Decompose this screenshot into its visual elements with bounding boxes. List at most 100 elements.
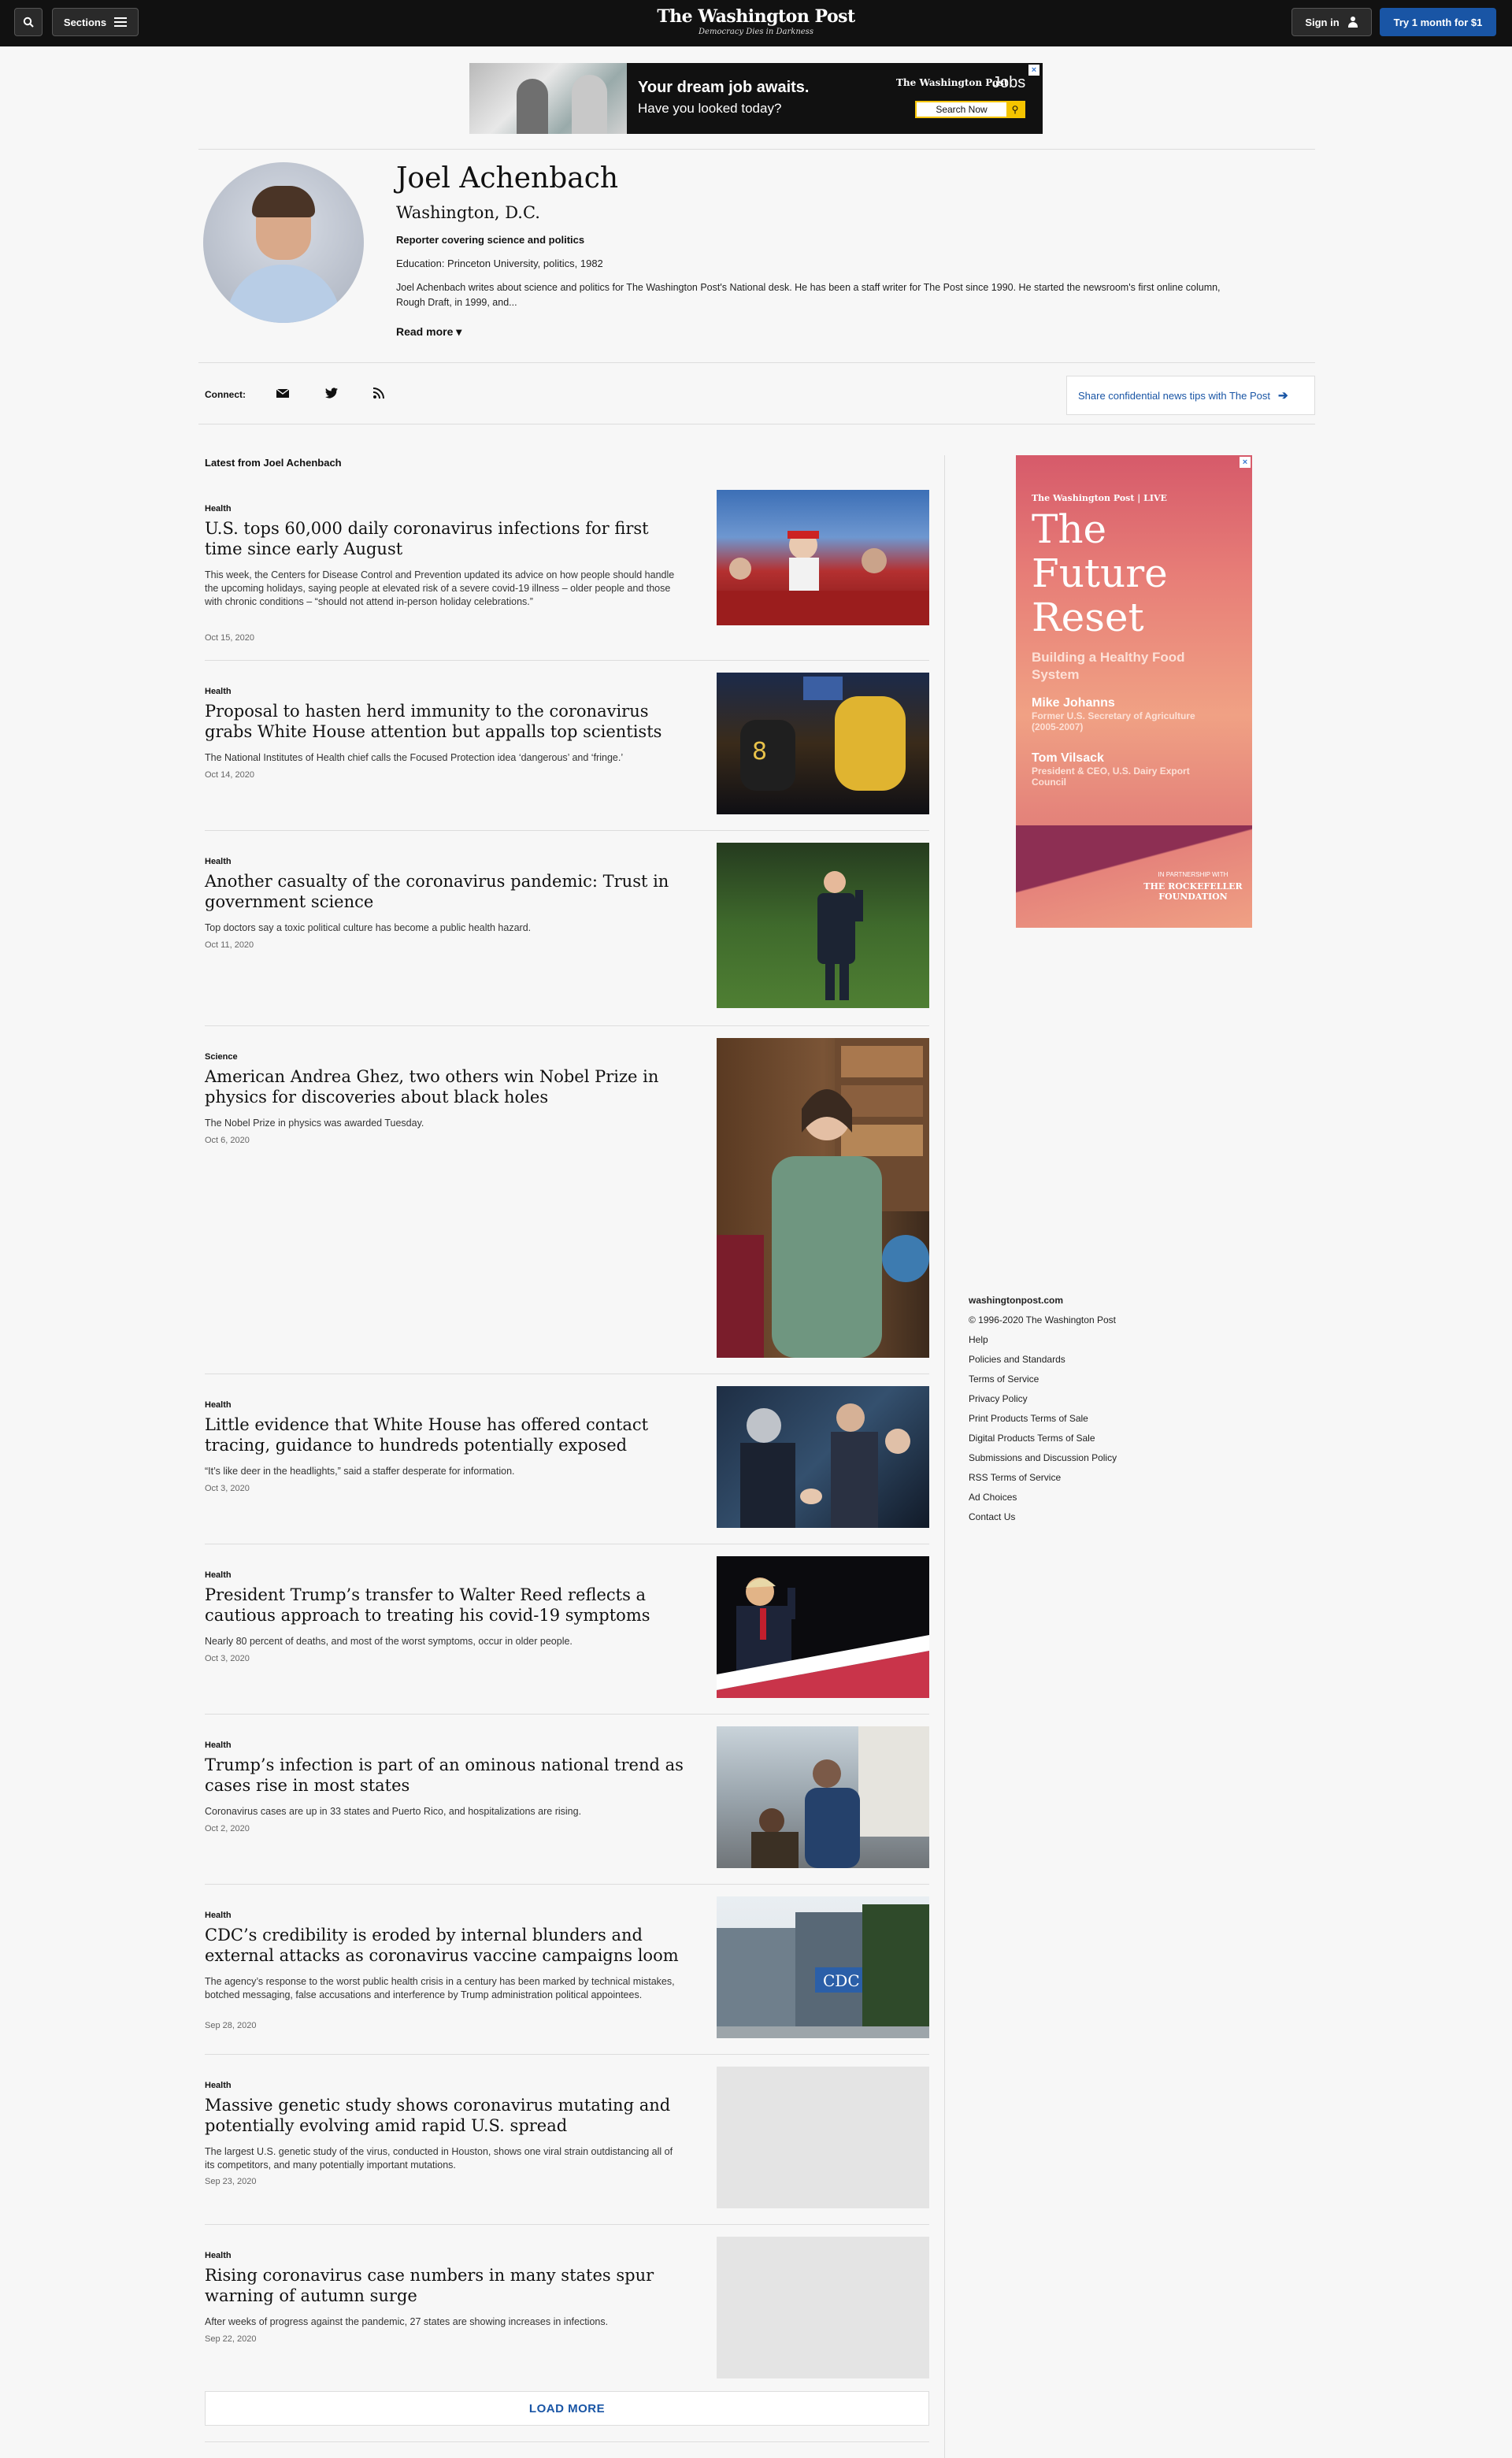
article-image[interactable]: 8 bbox=[717, 673, 929, 814]
author-education: Education: Princeton University, politic… bbox=[396, 258, 603, 269]
ad-photo bbox=[469, 63, 627, 134]
article-category[interactable]: Health bbox=[205, 2081, 232, 2090]
article-blurb: Nearly 80 percent of deaths, and most of… bbox=[205, 1636, 573, 1647]
sidebar-ad[interactable]: The Washington Post | LIVE The Future Re… bbox=[1016, 455, 1252, 928]
article-title[interactable]: President Trump’s transfer to Walter Ree… bbox=[205, 1585, 685, 1626]
article-title[interactable]: Another casualty of the coronavirus pand… bbox=[205, 871, 685, 912]
share-tips-link[interactable]: Share confidential news tips with The Po… bbox=[1066, 376, 1315, 415]
footer-link-terms[interactable]: Terms of Service bbox=[969, 1374, 1117, 1393]
article-category[interactable]: Health bbox=[205, 1741, 232, 1750]
article-blurb: The largest U.S. genetic study of the vi… bbox=[205, 2146, 673, 2171]
email-icon[interactable] bbox=[276, 386, 290, 400]
article-blurb: Top doctors say a toxic political cultur… bbox=[205, 922, 532, 933]
footer-link-privacy[interactable]: Privacy Policy bbox=[969, 1393, 1117, 1413]
search-button[interactable] bbox=[14, 8, 43, 36]
article-date: Oct 2, 2020 bbox=[205, 1824, 250, 1833]
article-title[interactable]: American Andrea Ghez, two others win Nob… bbox=[205, 1066, 685, 1107]
footer-link-policies[interactable]: Policies and Standards bbox=[969, 1354, 1117, 1374]
article-image[interactable] bbox=[717, 1386, 929, 1528]
article-category[interactable]: Health bbox=[205, 687, 232, 696]
article-title[interactable]: U.S. tops 60,000 daily coronavirus infec… bbox=[205, 518, 685, 559]
article-category[interactable]: Health bbox=[205, 1400, 232, 1410]
footer-link-help[interactable]: Help bbox=[969, 1334, 1117, 1354]
article-blurb: The National Institutes of Health chief … bbox=[205, 752, 624, 763]
article-category[interactable]: Science bbox=[205, 1052, 238, 1062]
svg-text:CDC: CDC bbox=[823, 1971, 860, 1990]
ad-subline: Have you looked today? bbox=[638, 101, 782, 116]
article-image[interactable] bbox=[717, 843, 929, 1008]
subscribe-button[interactable]: Try 1 month for $1 bbox=[1380, 8, 1496, 36]
site-logo[interactable]: The Washington Post Democracy Dies in Da… bbox=[598, 6, 914, 36]
divider bbox=[205, 1025, 929, 1026]
footer-link-contact[interactable]: Contact Us bbox=[969, 1511, 1117, 1531]
ad-search-box[interactable]: Search Now ⚲ bbox=[915, 101, 1025, 118]
article-title[interactable]: Little evidence that White House has off… bbox=[205, 1414, 685, 1455]
article-date: Sep 22, 2020 bbox=[205, 2334, 257, 2344]
article-blurb: After weeks of progress against the pand… bbox=[205, 2316, 609, 2327]
article-category[interactable]: Health bbox=[205, 1570, 232, 1580]
sections-menu-button[interactable]: Sections bbox=[52, 8, 139, 36]
load-more-button[interactable]: LOAD MORE bbox=[205, 2391, 929, 2426]
article-image-placeholder[interactable] bbox=[717, 2067, 929, 2208]
arrow-right-icon: ➔ bbox=[1278, 389, 1288, 402]
article-image[interactable] bbox=[717, 490, 929, 625]
ad-close-icon[interactable]: × bbox=[1240, 457, 1251, 468]
ad-headline: Your dream job awaits. bbox=[638, 79, 810, 96]
magnifier-icon: ⚲ bbox=[1006, 102, 1024, 117]
article-date: Oct 3, 2020 bbox=[205, 1484, 250, 1493]
article-image[interactable] bbox=[717, 1038, 929, 1358]
jobs-banner-ad[interactable]: Your dream job awaits. Have you looked t… bbox=[469, 63, 1043, 134]
article-blurb: The Nobel Prize in physics was awarded T… bbox=[205, 1118, 424, 1129]
ad-search-label: Search Now bbox=[936, 104, 988, 115]
article-title[interactable]: Trump’s infection is part of an ominous … bbox=[205, 1755, 685, 1796]
article-image[interactable] bbox=[717, 1726, 929, 1868]
article-blurb: The agency’s response to the worst publi… bbox=[205, 1976, 675, 2000]
search-icon bbox=[23, 17, 34, 28]
svg-text:8: 8 bbox=[752, 738, 767, 766]
article-title[interactable]: Proposal to hasten herd immunity to the … bbox=[205, 701, 685, 742]
article-blurb: Coronavirus cases are up in 33 states an… bbox=[205, 1806, 582, 1817]
divider bbox=[198, 362, 1315, 363]
divider bbox=[205, 2224, 929, 2225]
footer-link-rss[interactable]: RSS Terms of Service bbox=[969, 1472, 1117, 1492]
column-divider bbox=[944, 455, 945, 2458]
caret-down-icon: ▾ bbox=[456, 325, 462, 338]
article-category[interactable]: Health bbox=[205, 2251, 232, 2260]
article-category[interactable]: Health bbox=[205, 857, 232, 866]
twitter-icon[interactable] bbox=[324, 386, 339, 400]
divider bbox=[205, 2441, 929, 2442]
divider bbox=[198, 149, 1315, 150]
footer-site[interactable]: washingtonpost.com bbox=[969, 1295, 1117, 1314]
article-image[interactable] bbox=[717, 1556, 929, 1698]
article-date: Oct 6, 2020 bbox=[205, 1136, 250, 1145]
footer-link-submissions[interactable]: Submissions and Discussion Policy bbox=[969, 1452, 1117, 1472]
article-title[interactable]: Rising coronavirus case numbers in many … bbox=[205, 2265, 685, 2306]
article-image-placeholder[interactable] bbox=[717, 2237, 929, 2378]
footer-link-ad-choices[interactable]: Ad Choices bbox=[969, 1492, 1117, 1511]
article-image[interactable]: CDC bbox=[717, 1896, 929, 2038]
footer-link-digital-terms[interactable]: Digital Products Terms of Sale bbox=[969, 1433, 1117, 1452]
ad-speaker-2: Tom Vilsack President & CEO, U.S. Dairy … bbox=[1032, 751, 1190, 788]
read-more-button[interactable]: Read more ▾ bbox=[396, 325, 461, 339]
article-category[interactable]: Health bbox=[205, 504, 232, 513]
article-title[interactable]: Massive genetic study shows coronavirus … bbox=[205, 2095, 685, 2136]
ad-brand: The Washington Post bbox=[896, 77, 1009, 88]
connect-label: Connect: bbox=[205, 389, 246, 400]
rss-icon[interactable] bbox=[372, 386, 386, 400]
divider bbox=[205, 2054, 929, 2055]
footer-copyright: © 1996-2020 The Washington Post bbox=[969, 1314, 1116, 1325]
read-more-label: Read more bbox=[396, 325, 454, 338]
article-date: Sep 23, 2020 bbox=[205, 2177, 257, 2186]
hamburger-icon bbox=[114, 17, 128, 27]
author-avatar bbox=[203, 162, 364, 323]
sign-in-button[interactable]: Sign in bbox=[1292, 8, 1372, 36]
latest-heading: Latest from Joel Achenbach bbox=[205, 457, 342, 469]
article-category[interactable]: Health bbox=[205, 1911, 232, 1920]
sign-in-label: Sign in bbox=[1305, 16, 1340, 28]
divider bbox=[205, 660, 929, 661]
ad-close-icon[interactable]: × bbox=[1028, 65, 1040, 76]
article-date: Oct 3, 2020 bbox=[205, 1654, 250, 1663]
article-title[interactable]: CDC’s credibility is eroded by internal … bbox=[205, 1925, 685, 1966]
footer-link-print-terms[interactable]: Print Products Terms of Sale bbox=[969, 1413, 1117, 1433]
ad-brand-line: The Washington Post | LIVE bbox=[1032, 493, 1167, 503]
